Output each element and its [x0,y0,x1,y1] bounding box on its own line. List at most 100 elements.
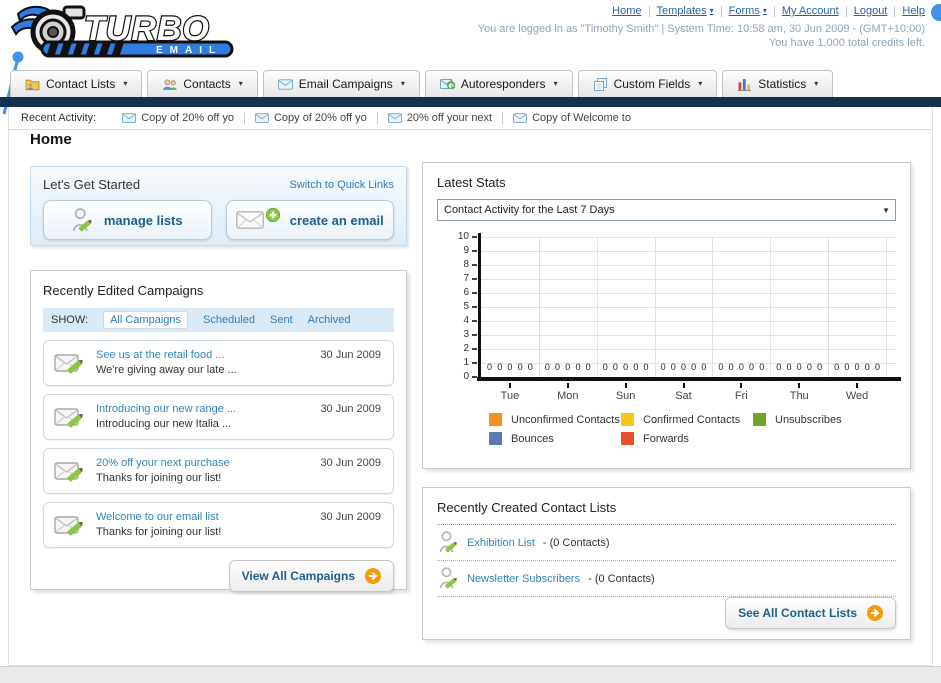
campaign-subject: We're giving away our late ... [96,364,237,376]
button-label: See All Contact Lists [738,606,857,620]
xlabel: Wed [845,390,869,402]
zero: 0 [728,362,734,372]
ylabel: 6 [463,287,469,298]
chevron-down-icon: ▾ [238,79,243,88]
contact-list-item[interactable]: Newsletter Subscribers - (0 Contacts) [437,561,896,597]
zero: 0 [776,362,782,372]
recent-activity-item[interactable]: Copy of 20% off yo [112,112,244,124]
contact-list-link[interactable]: Newsletter Subscribers [467,573,580,585]
tab-email-campaigns[interactable]: Email Campaigns ▾ [262,70,420,97]
grid-v [828,237,830,377]
zero: 0 [691,362,697,372]
ytick [472,362,477,364]
separator [773,5,775,17]
ylabel: 1 [463,357,469,368]
ytick [472,292,477,294]
stats-period-select[interactable]: Contact Activity for the Last 7 Days ▼ [437,199,896,221]
ytick [472,278,477,280]
campaign-item[interactable]: 20% off your next purchase Thanks for jo… [43,448,394,494]
header-link-forms[interactable]: Forms ▾ [729,5,767,17]
create-email-button[interactable]: create an email [225,200,394,240]
zero: 0 [517,362,523,372]
grid-h [481,251,896,252]
ylabel: 0 [463,371,469,382]
header-link-templates[interactable]: Templates ▾ [657,5,714,17]
grid-h [481,293,896,294]
tab-contact-lists[interactable]: Contact Lists ▾ [10,70,143,97]
filter-archived[interactable]: Archived [308,314,351,326]
header-link-help[interactable]: Help [902,5,925,17]
xlabel: Tue [500,390,520,402]
campaign-item[interactable]: See us at the retail food ... We're givi… [43,340,394,386]
recent-activity-item[interactable]: Copy of 20% off yo [243,112,377,124]
view-all-campaigns-button[interactable]: View All Campaigns [228,560,394,592]
xlabel: Thu [789,390,809,402]
header-link-home[interactable]: Home [612,5,641,17]
separator [648,5,650,17]
tab-custom-fields[interactable]: Custom Fields ▾ [577,70,718,97]
see-all-contact-lists-button[interactable]: See All Contact Lists [725,597,896,629]
grid-v [770,237,772,377]
zero: 0 [660,362,666,372]
button-label: create an email [289,212,384,228]
recent-activity-link[interactable]: Copy of 20% off yo [274,112,367,124]
zero: 0 [718,362,724,372]
campaign-item[interactable]: Welcome to our email list Thanks for joi… [43,502,394,548]
campaign-edit-icon [54,513,86,538]
zero: 0 [497,362,503,372]
manage-lists-button[interactable]: manage lists [43,200,212,240]
tab-autoresponders[interactable]: Autoresponders ▾ [424,70,573,97]
zero: 0 [749,362,755,372]
chevron-down-icon: ▾ [698,79,703,88]
selected-option: Contact Activity for the Last 7 Days [444,204,615,216]
legend-swatch [489,413,502,426]
campaign-title-link[interactable]: Introducing our new range ... [96,402,236,417]
manage-lists-icon [72,207,94,234]
recent-activity-link[interactable]: 20% off your next [407,112,492,124]
filter-scheduled[interactable]: Scheduled [203,314,255,326]
latest-stats-panel: Latest Stats Contact Activity for the La… [422,162,911,469]
envelope-icon [255,113,269,123]
link-label: Forms [728,5,760,17]
legend-item: Confirmed Contacts [621,413,753,426]
campaign-subject: Thanks for joining our list! [96,526,222,538]
tab-label: Statistics [758,77,807,91]
chevron-down-icon: ▾ [762,6,767,15]
campaign-title-link[interactable]: 20% off your next purchase [96,456,230,471]
switch-to-quick-links[interactable]: Switch to Quick Links [289,179,394,191]
campaign-title-link[interactable]: See us at the retail food ... [96,348,237,363]
contact-list-link[interactable]: Exhibition List [467,537,535,549]
campaign-subject: Thanks for joining our list! [96,472,222,484]
contact-list-edit-icon [439,530,459,555]
campaign-title-link[interactable]: Welcome to our email list [96,510,221,525]
grid-h [481,265,896,266]
legend-item: Forwards [621,432,753,445]
tab-label: Custom Fields [613,77,691,91]
grid-v [654,237,656,377]
legend-label: Bounces [511,432,554,445]
ytick [472,250,477,252]
xtick [856,383,859,388]
page-title: Home [30,131,72,148]
chevron-down-icon: ▾ [400,79,405,88]
recent-activity-item[interactable]: Copy of Welcome to [502,112,641,124]
recent-activity-item[interactable]: 20% off your next [376,112,502,124]
contact-list-item[interactable]: Exhibition List - (0 Contacts) [437,525,896,561]
header-link-my-account[interactable]: My Account [782,5,839,17]
tab-contacts[interactable]: Contacts ▾ [147,70,258,97]
tab-label: Contacts [183,77,231,91]
button-label: View All Campaigns [241,569,355,583]
campaign-date: 30 Jun 2009 [320,511,381,523]
ytick [472,348,477,350]
tab-statistics[interactable]: Statistics ▾ [722,70,834,97]
recent-activity-link[interactable]: Copy of 20% off yo [141,112,234,124]
legend-item: Unconfirmed Contacts [489,413,621,426]
filter-all-campaigns[interactable]: All Campaigns [103,311,188,329]
header-link-logout[interactable]: Logout [854,5,888,17]
zero: 0 [544,362,550,372]
zero: 0 [844,362,850,372]
campaign-item[interactable]: Introducing our new range ... Introducin… [43,394,394,440]
recent-activity-link[interactable]: Copy of Welcome to [532,112,631,124]
recent-activity-label: Recent Activity: [21,112,97,124]
filter-sent[interactable]: Sent [270,314,293,326]
